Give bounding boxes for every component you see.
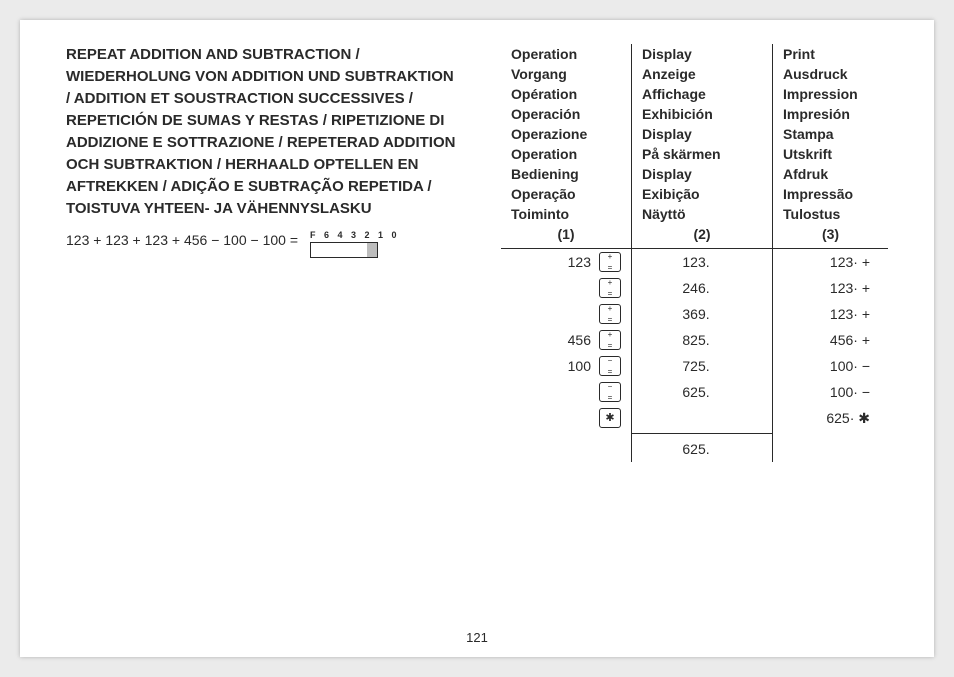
operation-number: 456	[561, 332, 591, 348]
operation-number: 100	[561, 358, 591, 374]
display-cell: 246.	[632, 275, 772, 301]
col3-h2: Impression	[773, 84, 888, 104]
print-cell: 123· +	[773, 275, 888, 301]
table-col-print: Print Ausdruck Impression Impresión Stam…	[773, 44, 888, 462]
col3-h3: Impresión	[773, 104, 888, 124]
col2-h3: Exhibición	[632, 104, 772, 124]
display-cell: 725.	[632, 353, 772, 379]
display-cell: 123.	[632, 249, 772, 275]
col1-h6: Bediening	[501, 164, 631, 184]
content-area: REPEAT ADDITION AND SUBTRACTION / WIEDER…	[66, 44, 888, 633]
col3-header: Print Ausdruck Impression Impresión Stam…	[773, 44, 888, 248]
col3-h7: Impressão	[773, 184, 888, 204]
col1-header: Operation Vorgang Opération Operación Op…	[501, 44, 631, 248]
col3-body: 123· +123· +123· +456· +100· −100· −625·…	[773, 249, 888, 431]
total-key-icon: ✱	[599, 408, 621, 428]
col1-h8: Toiminto	[501, 204, 631, 224]
col1-h1: Vorgang	[501, 64, 631, 84]
col2-header: Display Anzeige Affichage Exhibición Dis…	[632, 44, 772, 248]
col1-h4: Operazione	[501, 124, 631, 144]
col3-num: (3)	[773, 224, 888, 248]
col2-h0: Display	[632, 44, 772, 64]
plus-equals-key-icon: +=	[599, 252, 621, 272]
col2-h7: Exibição	[632, 184, 772, 204]
table-col-display: Display Anzeige Affichage Exhibición Dis…	[632, 44, 773, 462]
display-cell: 625.	[632, 379, 772, 405]
minus-equals-key-icon: −=	[599, 382, 621, 402]
decimal-selector: F 6 4 3 2 1 0	[310, 230, 400, 258]
right-column: Operation Vorgang Opération Operación Op…	[489, 44, 888, 633]
col2-h5: På skärmen	[632, 144, 772, 164]
col2-h8: Näyttö	[632, 204, 772, 224]
heading: REPEAT ADDITION AND SUBTRACTION / WIEDER…	[66, 44, 461, 220]
col1-num: (1)	[501, 224, 631, 248]
col2-num: (2)	[632, 224, 772, 248]
col2-h1: Anzeige	[632, 64, 772, 84]
operation-table: Operation Vorgang Opération Operación Op…	[501, 44, 888, 462]
table-col-operation: Operation Vorgang Opération Operación Op…	[501, 44, 632, 462]
col2-body-divider	[632, 433, 772, 434]
display-cell	[632, 405, 772, 431]
page: REPEAT ADDITION AND SUBTRACTION / WIEDER…	[20, 20, 934, 657]
col2-h2: Affichage	[632, 84, 772, 104]
col3-h6: Afdruk	[773, 164, 888, 184]
operation-cell: +=	[501, 275, 631, 301]
col1-h5: Operation	[501, 144, 631, 164]
col3-h1: Ausdruck	[773, 64, 888, 84]
col2-h4: Display	[632, 124, 772, 144]
col2-body: 123.246.369.825.725.625.625.	[632, 249, 772, 462]
col3-h8: Tulostus	[773, 204, 888, 224]
print-cell: 100· −	[773, 379, 888, 405]
selector-label: F 6 4 3 2 1 0	[310, 230, 400, 240]
plus-equals-key-icon: +=	[599, 304, 621, 324]
operation-cell: 100 −=	[501, 353, 631, 379]
display-cell: 369.	[632, 301, 772, 327]
operation-number: 123	[561, 254, 591, 270]
print-cell: 123· +	[773, 301, 888, 327]
print-cell: 100· −	[773, 353, 888, 379]
operation-cell: 456 +=	[501, 327, 631, 353]
display-cell: 825.	[632, 327, 772, 353]
col3-h5: Utskrift	[773, 144, 888, 164]
plus-equals-key-icon: +=	[599, 330, 621, 350]
col2-h6: Display	[632, 164, 772, 184]
col1-h0: Operation	[501, 44, 631, 64]
minus-equals-key-icon: −=	[599, 356, 621, 376]
print-cell: 625· ✱	[773, 405, 888, 431]
col1-h2: Opération	[501, 84, 631, 104]
col1-h3: Operación	[501, 104, 631, 124]
operation-cell: 123 +=	[501, 249, 631, 275]
equation-text: 123 + 123 + 123 + 456 − 100 − 100 =	[66, 230, 298, 250]
operation-cell: +=	[501, 301, 631, 327]
display-final-cell: 625.	[632, 436, 772, 462]
operation-cell: ✱	[501, 405, 631, 431]
col1-h7: Operação	[501, 184, 631, 204]
print-cell: 123· +	[773, 249, 888, 275]
page-number: 121	[20, 630, 934, 645]
print-cell: 456· +	[773, 327, 888, 353]
selector-box-icon	[310, 242, 378, 258]
operation-cell: −=	[501, 379, 631, 405]
left-column: REPEAT ADDITION AND SUBTRACTION / WIEDER…	[66, 44, 489, 633]
col3-h4: Stampa	[773, 124, 888, 144]
equation-row: 123 + 123 + 123 + 456 − 100 − 100 = F 6 …	[66, 230, 461, 258]
col3-h0: Print	[773, 44, 888, 64]
plus-equals-key-icon: +=	[599, 278, 621, 298]
col1-body: 123 += += += 456 += 100 −= −= ✱	[501, 249, 631, 431]
